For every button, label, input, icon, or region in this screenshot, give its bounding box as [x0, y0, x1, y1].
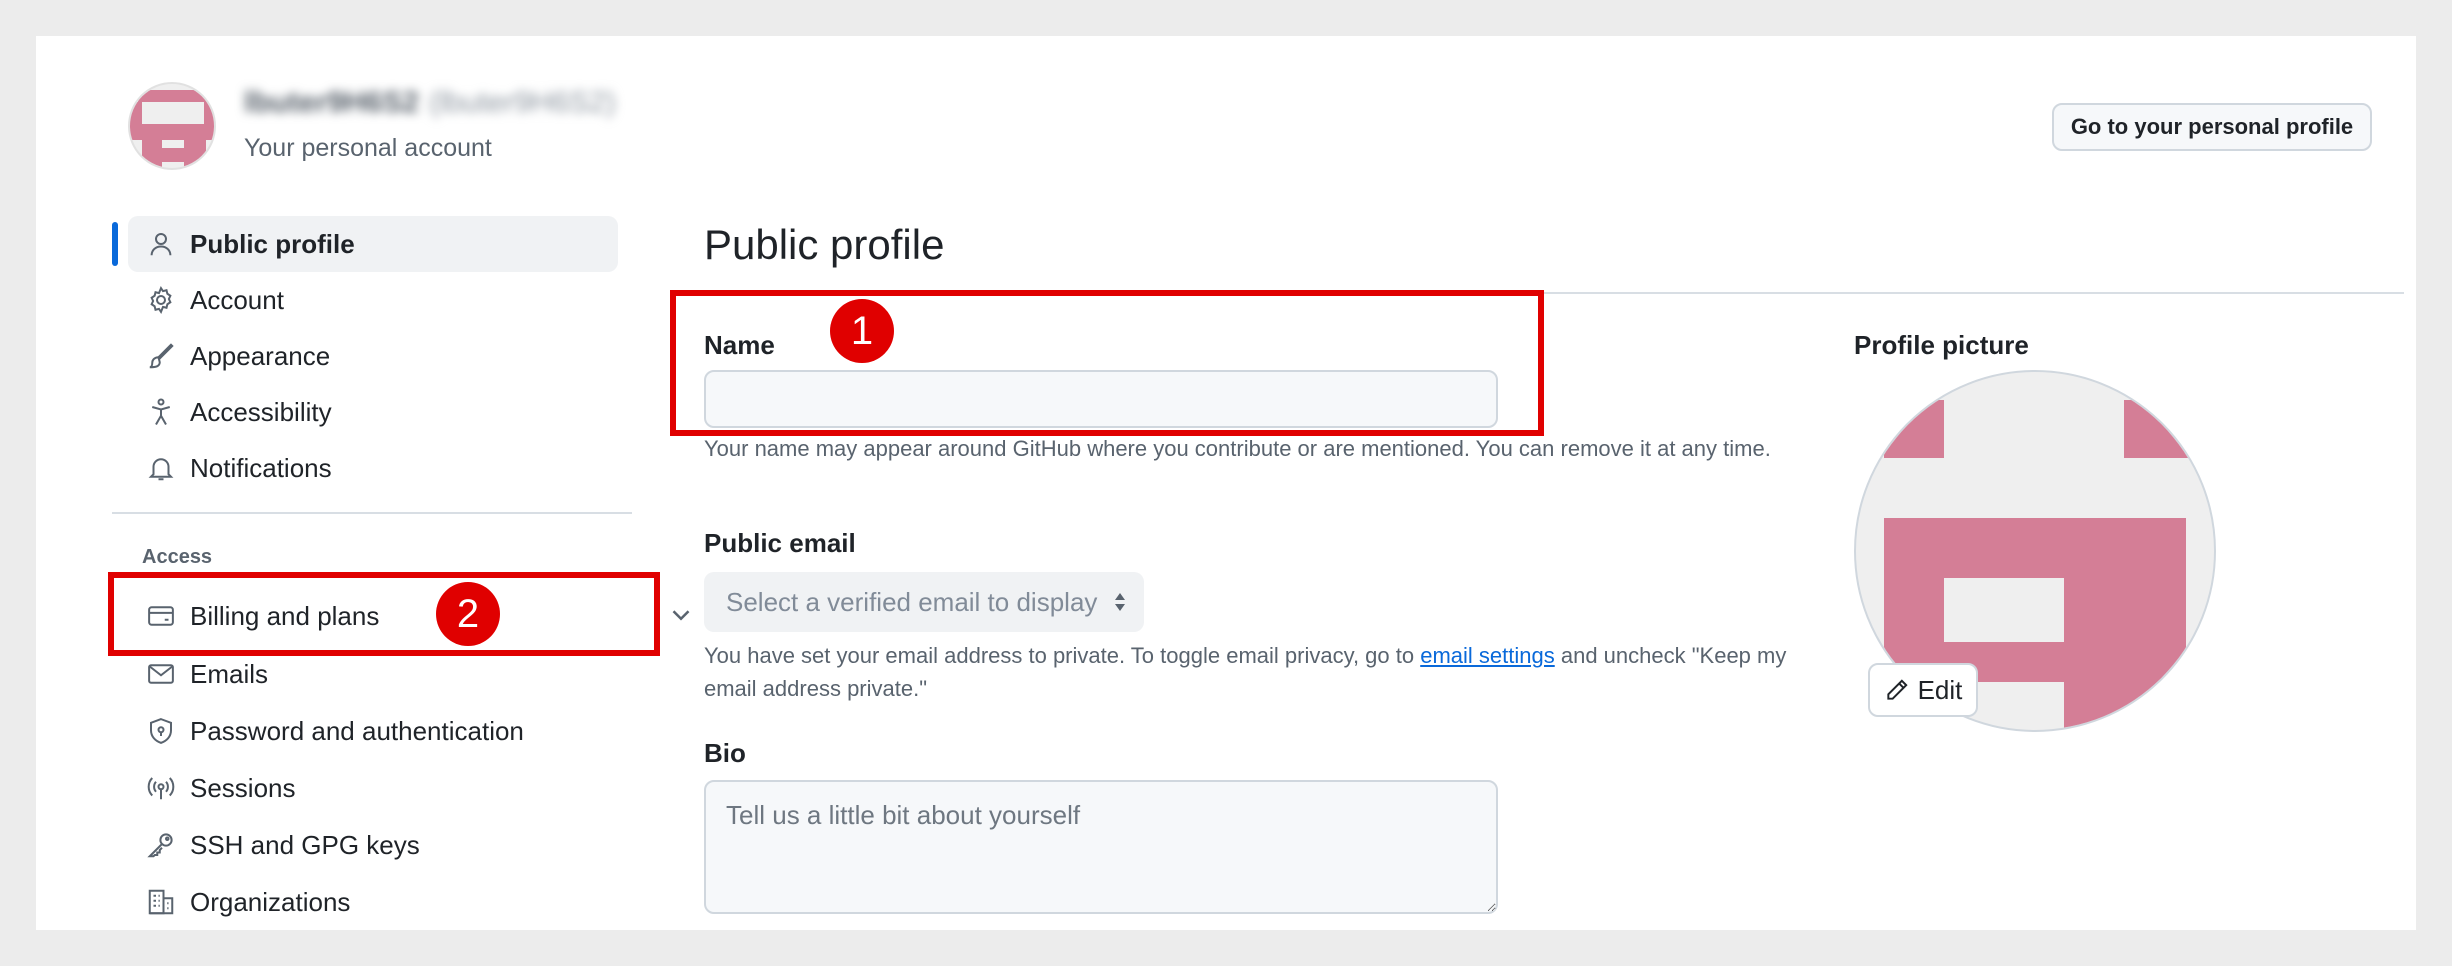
annotation-box-1 [670, 290, 1544, 436]
sidebar-item-label: Emails [190, 658, 269, 689]
organization-icon [146, 887, 176, 917]
bio-label: Bio [704, 738, 746, 768]
sidebar-item-public-profile[interactable]: Public profile [128, 216, 618, 272]
annotation-badge-2: 2 [436, 582, 500, 646]
profile-picture-label: Profile picture [1854, 330, 2029, 360]
page-title: Public profile [704, 221, 945, 268]
sidebar-item-accessibility[interactable]: Accessibility [128, 384, 618, 440]
sidebar-item-label: Notifications [190, 452, 332, 483]
mail-icon [146, 659, 176, 689]
settings-page: lbuter9H6S2 (lbuter9H6S2) Your personal a… [36, 36, 2416, 930]
active-indicator [112, 222, 118, 266]
public-email-help-text: You have set your email address to priva… [704, 643, 1787, 701]
bio-textarea[interactable] [704, 780, 1498, 914]
sidebar-item-label: Organizations [190, 886, 351, 917]
sidebar-item-label: Sessions [190, 772, 296, 803]
public-email-label: Public email [704, 528, 856, 558]
annotation-badge-1: 1 [830, 299, 894, 363]
gear-icon [146, 285, 176, 315]
annotation-box-2 [108, 572, 660, 656]
account-subtitle: Your personal account [244, 134, 492, 162]
sidebar-item-notifications[interactable]: Notifications [128, 440, 618, 496]
select-arrows-icon [1112, 590, 1128, 614]
person-icon [146, 229, 176, 259]
sidebar-item-sessions[interactable]: Sessions [128, 760, 618, 816]
public-email-selected: Select a verified email to display [726, 586, 1098, 617]
bell-icon [146, 453, 176, 483]
sidebar-item-password[interactable]: Password and authentication [128, 703, 618, 759]
sidebar-item-organizations[interactable]: Organizations [128, 874, 618, 930]
sidebar-divider [112, 512, 632, 514]
sidebar-item-account[interactable]: Account [128, 272, 618, 328]
sidebar-item-label: Appearance [190, 340, 331, 371]
paintbrush-icon [146, 341, 176, 371]
sidebar-item-label: Password and authentication [190, 715, 524, 746]
sidebar-section-heading: Access [142, 546, 213, 568]
sidebar-item-appearance[interactable]: Appearance [128, 328, 618, 384]
key-icon [146, 830, 176, 860]
avatar[interactable] [128, 82, 216, 170]
sidebar-item-label: Account [190, 284, 284, 315]
account-username: lbuter9H6S2 (lbuter9H6S2) [244, 86, 616, 119]
public-email-select[interactable]: Select a verified email to display [704, 572, 1144, 632]
shield-lock-icon [146, 716, 176, 746]
accessibility-icon [146, 397, 176, 427]
email-settings-link[interactable]: email settings [1420, 643, 1555, 668]
chevron-down-icon[interactable] [666, 600, 696, 630]
pencil-icon [1886, 679, 1908, 700]
sidebar-item-label: SSH and GPG keys [190, 829, 420, 860]
sidebar-item-label: Public profile [190, 228, 355, 259]
edit-picture-button[interactable]: Edit [1868, 663, 1978, 717]
sidebar-item-label: Accessibility [190, 396, 332, 427]
sidebar-item-ssh-gpg[interactable]: SSH and GPG keys [128, 817, 618, 873]
go-to-profile-button[interactable]: Go to your personal profile [2052, 103, 2372, 151]
name-help-text: Your name may appear around GitHub where… [704, 436, 1771, 461]
broadcast-icon [146, 773, 176, 803]
edit-label: Edit [1917, 674, 1963, 705]
